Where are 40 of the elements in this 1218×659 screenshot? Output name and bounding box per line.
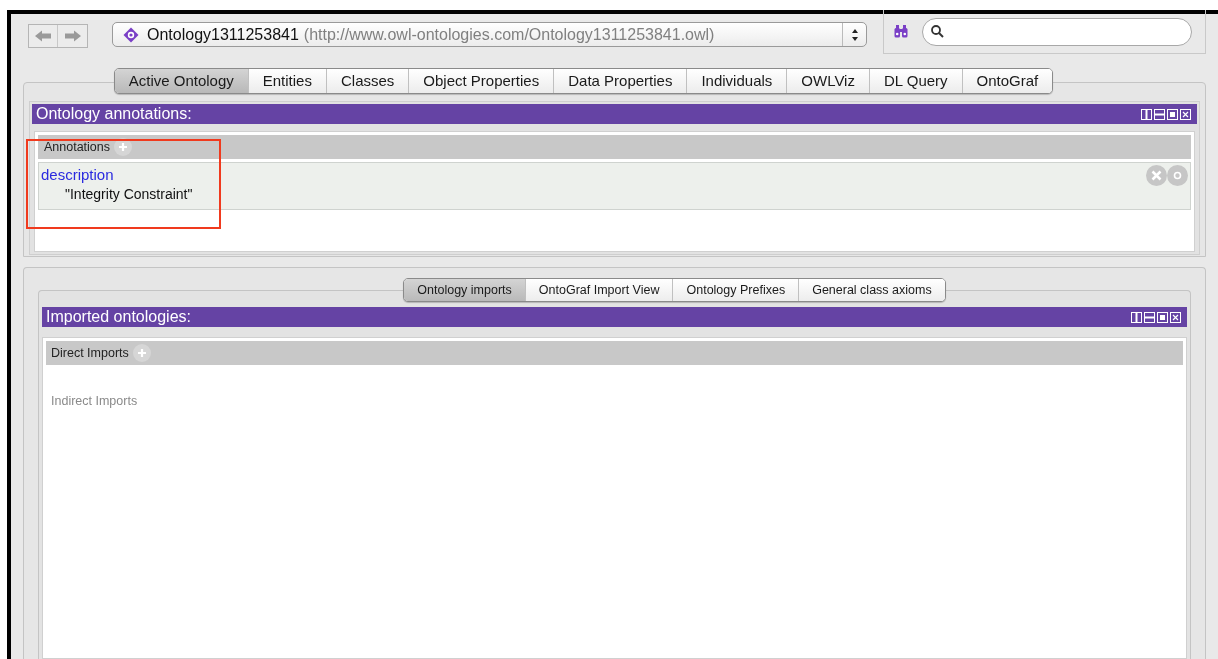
split-vertical-icon[interactable] bbox=[1141, 108, 1152, 120]
tab[interactable]: OntoGraf bbox=[961, 69, 1053, 93]
tab[interactable]: Entities bbox=[247, 69, 326, 93]
split-horizontal-icon[interactable] bbox=[1154, 108, 1165, 120]
section-title: Direct Imports bbox=[51, 344, 129, 362]
tab[interactable]: Ontology imports bbox=[404, 279, 525, 301]
tab[interactable]: OntoGraf Import View bbox=[524, 279, 673, 301]
tab[interactable]: Data Properties bbox=[553, 69, 687, 93]
tab[interactable]: OWLViz bbox=[786, 69, 869, 93]
tab[interactable]: Ontology Prefixes bbox=[672, 279, 799, 301]
search-field[interactable] bbox=[922, 17, 1192, 46]
tab[interactable]: Individuals bbox=[686, 69, 787, 93]
section-title: Indirect Imports bbox=[51, 393, 139, 410]
maximize-icon[interactable] bbox=[1167, 108, 1178, 120]
stepper-icon bbox=[850, 27, 859, 42]
binoculars-icon bbox=[894, 25, 908, 38]
ontology-selector[interactable]: Ontology1311253841 (http://www.owl-ontologies.com/Ontology1311253841.owl) bbox=[112, 22, 867, 47]
add-icon[interactable] bbox=[114, 138, 133, 156]
view-title: Ontology annotations: bbox=[36, 106, 192, 122]
split-horizontal-icon[interactable] bbox=[1144, 311, 1155, 323]
maximize-icon[interactable] bbox=[1157, 311, 1168, 323]
tab[interactable]: Object Properties bbox=[408, 69, 554, 93]
search-icon bbox=[931, 25, 944, 38]
split-vertical-icon[interactable] bbox=[1131, 311, 1142, 323]
tab[interactable]: General class axioms bbox=[798, 279, 945, 301]
annotation-value: "Integrity Constraint" bbox=[64, 185, 194, 204]
left-arrow-icon bbox=[34, 30, 52, 42]
ontology-name: Ontology1311253841 bbox=[147, 24, 299, 45]
ontology-iri: (http://www.owl-ontologies.com/Ontology1311253841.owl) bbox=[303, 24, 715, 45]
view-title: Imported ontologies: bbox=[46, 309, 191, 325]
tab[interactable]: Classes bbox=[325, 69, 409, 93]
annotation-row[interactable]: description "Integrity Constraint" bbox=[38, 162, 1191, 210]
close-icon[interactable] bbox=[1170, 311, 1181, 323]
close-icon[interactable] bbox=[1180, 108, 1191, 120]
tab[interactable]: DL Query bbox=[868, 69, 962, 93]
diamond-icon bbox=[123, 26, 139, 43]
tab[interactable]: Active Ontology bbox=[114, 69, 248, 93]
section-title: Annotations bbox=[44, 138, 111, 156]
annotation-property[interactable]: description bbox=[41, 166, 1190, 184]
right-arrow-icon bbox=[63, 30, 82, 42]
